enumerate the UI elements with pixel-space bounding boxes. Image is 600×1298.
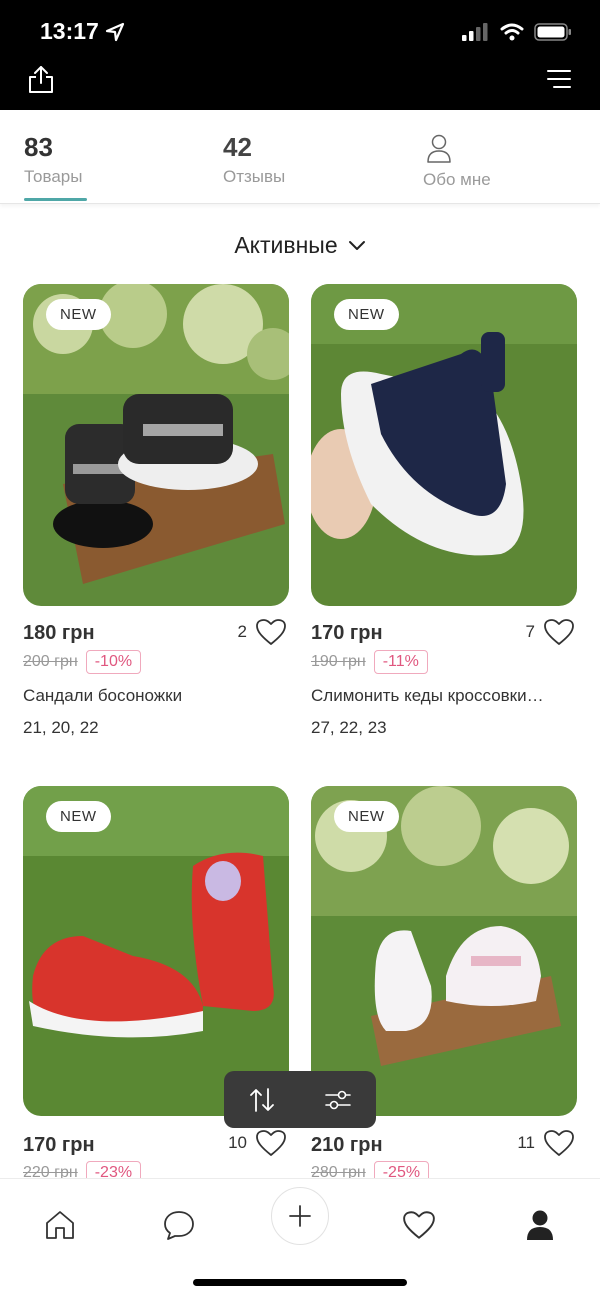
reviews-count: 42	[223, 132, 252, 162]
old-price-row: 190 грн -11%	[311, 650, 428, 674]
like-count: 7	[525, 622, 535, 641]
tab-products[interactable]: 83 Товары	[24, 132, 82, 187]
bottom-navigation	[0, 1178, 600, 1298]
product-price: 170 грн	[23, 1134, 95, 1156]
status-icons	[462, 22, 572, 42]
nav-profile[interactable]	[512, 1197, 568, 1253]
like-count: 10	[228, 1133, 247, 1152]
share-icon	[29, 66, 53, 93]
new-badge: NEW	[46, 801, 111, 832]
nav-messages[interactable]	[151, 1197, 207, 1253]
signal-icon	[462, 23, 488, 41]
discount-badge: -10%	[85, 650, 142, 674]
sort-filter-bar	[224, 1071, 376, 1128]
products-count: 83	[24, 132, 53, 162]
sort-arrows-icon	[250, 1087, 274, 1112]
product-image-sandals	[23, 284, 289, 606]
person-filled-icon	[527, 1210, 553, 1240]
profile-tabs: 83 Товары 42 Отзывы Обо мне	[0, 110, 600, 204]
share-button[interactable]	[26, 64, 56, 94]
top-bar: 13:17	[0, 0, 600, 110]
like-button[interactable]: 2	[238, 618, 287, 646]
product-photo[interactable]: NEW	[311, 284, 577, 606]
product-photo[interactable]: NEW	[23, 284, 289, 606]
product-image-red-sneakers	[23, 786, 289, 1116]
location-arrow-icon	[105, 22, 124, 41]
old-price: 190 грн	[311, 653, 366, 670]
new-badge: NEW	[334, 299, 399, 330]
like-button[interactable]: 10	[228, 1129, 287, 1157]
home-indicator	[193, 1279, 407, 1286]
new-badge: NEW	[46, 299, 111, 330]
about-label: Обо мне	[423, 170, 491, 189]
tab-about[interactable]: Обо мне	[423, 132, 491, 190]
heart-outline-icon	[544, 1130, 574, 1156]
product-title: Сандали босоножки	[23, 686, 183, 705]
product-photo[interactable]: NEW	[23, 786, 289, 1116]
status-time: 13:17	[40, 18, 125, 45]
chat-bubble-icon	[164, 1211, 194, 1240]
plus-icon	[289, 1205, 311, 1227]
new-badge: NEW	[334, 801, 399, 832]
filter-button[interactable]	[313, 1078, 363, 1122]
heart-outline-icon	[544, 619, 574, 645]
home-icon	[46, 1211, 74, 1239]
product-sizes: 27, 22, 23	[311, 718, 387, 737]
products-label: Товары	[24, 167, 83, 186]
heart-icon	[403, 1211, 435, 1239]
like-button[interactable]: 7	[526, 618, 575, 646]
sliders-icon	[325, 1090, 351, 1109]
chevron-down-icon	[348, 240, 365, 250]
sort-button[interactable]	[237, 1078, 287, 1122]
discount-badge: -11%	[373, 650, 428, 674]
heart-outline-icon	[256, 619, 286, 645]
old-price: 200 грн	[23, 653, 78, 670]
status-filter-dropdown[interactable]: Активные	[0, 232, 600, 259]
add-listing-button[interactable]	[271, 1187, 329, 1245]
product-card[interactable]: NEW 180 грн 2 200 грн -10% Сандали босон…	[23, 284, 289, 744]
wifi-icon	[500, 23, 524, 41]
product-photo[interactable]: NEW	[311, 786, 577, 1116]
person-outline-icon	[427, 134, 451, 163]
product-sizes: 21, 20, 22	[23, 718, 99, 737]
old-price-row: 200 грн -10%	[23, 650, 142, 674]
nav-favorites[interactable]	[391, 1197, 447, 1253]
product-title: Слимонить кеды кроссовки…	[311, 686, 544, 705]
active-tab-indicator	[24, 198, 87, 201]
menu-icon	[547, 70, 571, 88]
reviews-label: Отзывы	[223, 167, 286, 186]
status-time-text: 13:17	[40, 18, 99, 44]
tab-reviews[interactable]: 42 Отзывы	[223, 132, 285, 187]
filter-label: Активные	[234, 232, 338, 258]
like-count: 11	[517, 1133, 535, 1152]
product-price: 180 грн	[23, 622, 95, 644]
heart-outline-icon	[256, 1130, 286, 1156]
product-price: 210 грн	[311, 1134, 383, 1156]
battery-icon	[534, 23, 571, 41]
nav-home[interactable]	[32, 1197, 88, 1253]
product-price: 170 грн	[311, 622, 383, 644]
like-count: 2	[237, 622, 247, 641]
menu-button[interactable]	[544, 66, 574, 92]
product-image-white-sandals	[311, 786, 577, 1116]
like-button[interactable]: 11	[517, 1129, 575, 1157]
product-image-navy-sneaker	[311, 284, 577, 606]
product-card[interactable]: NEW 170 грн 7 190 грн -11% Слимонить кед…	[311, 284, 577, 744]
